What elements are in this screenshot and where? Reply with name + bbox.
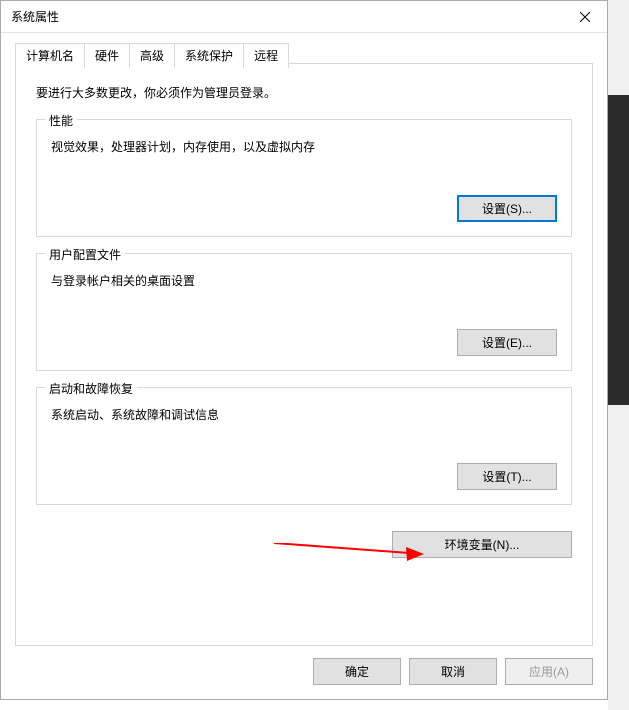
environment-variables-button[interactable]: 环境变量(N)... — [392, 531, 572, 558]
close-button[interactable] — [562, 1, 607, 32]
dialog-content: 计算机名 硬件 高级 系统保护 远程 要进行大多数更改，你必须作为管理员登录。 … — [1, 33, 607, 699]
tab-system-protection[interactable]: 系统保护 — [174, 43, 244, 68]
user-profiles-group: 用户配置文件 与登录帐户相关的桌面设置 设置(E)... — [36, 253, 572, 371]
tab-remote[interactable]: 远程 — [243, 43, 289, 68]
cancel-button[interactable]: 取消 — [409, 658, 497, 685]
performance-button-row: 设置(S)... — [51, 195, 557, 222]
startup-recovery-title: 启动和故障恢复 — [45, 380, 137, 397]
titlebar: 系统属性 — [1, 1, 607, 33]
tab-computer-name[interactable]: 计算机名 — [15, 43, 85, 68]
window-title: 系统属性 — [11, 8, 59, 25]
user-profiles-title: 用户配置文件 — [45, 246, 125, 263]
user-profiles-desc: 与登录帐户相关的桌面设置 — [51, 272, 557, 289]
ok-button[interactable]: 确定 — [313, 658, 401, 685]
startup-recovery-button-row: 设置(T)... — [51, 463, 557, 490]
system-properties-dialog: 系统属性 计算机名 硬件 高级 系统保护 远程 要进行大多数更改，你必须作为管理… — [0, 0, 608, 700]
env-variables-row: 环境变量(N)... — [36, 531, 572, 558]
admin-notice: 要进行大多数更改，你必须作为管理员登录。 — [36, 84, 572, 101]
startup-recovery-group: 启动和故障恢复 系统启动、系统故障和调试信息 设置(T)... — [36, 387, 572, 505]
performance-title: 性能 — [45, 112, 77, 129]
tab-panel-advanced: 要进行大多数更改，你必须作为管理员登录。 性能 视觉效果，处理器计划，内存使用，… — [16, 64, 592, 645]
dialog-button-row: 确定 取消 应用(A) — [15, 658, 593, 685]
user-profiles-button-row: 设置(E)... — [51, 329, 557, 356]
apply-button[interactable]: 应用(A) — [505, 658, 593, 685]
tabs-header: 计算机名 硬件 高级 系统保护 远程 — [15, 43, 288, 68]
tab-advanced[interactable]: 高级 — [129, 43, 175, 69]
close-icon — [580, 12, 590, 22]
startup-recovery-settings-button[interactable]: 设置(T)... — [457, 463, 557, 490]
background-dark-strip — [608, 95, 629, 405]
performance-group: 性能 视觉效果，处理器计划，内存使用，以及虚拟内存 设置(S)... — [36, 119, 572, 237]
performance-settings-button[interactable]: 设置(S)... — [457, 195, 557, 222]
tab-hardware[interactable]: 硬件 — [84, 43, 130, 68]
tabs-container: 计算机名 硬件 高级 系统保护 远程 要进行大多数更改，你必须作为管理员登录。 … — [15, 63, 593, 646]
startup-recovery-desc: 系统启动、系统故障和调试信息 — [51, 406, 557, 423]
user-profiles-settings-button[interactable]: 设置(E)... — [457, 329, 557, 356]
performance-desc: 视觉效果，处理器计划，内存使用，以及虚拟内存 — [51, 138, 557, 155]
